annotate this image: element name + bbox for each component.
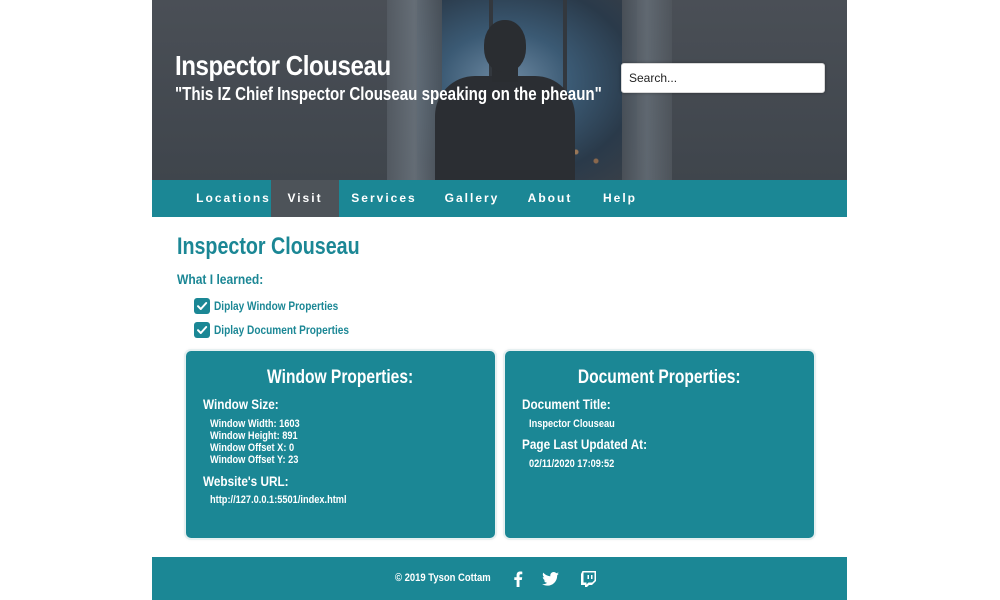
checklist-label: Diplay Document Properties bbox=[214, 323, 350, 337]
main-nav: Locations Visit Services Gallery About H… bbox=[152, 180, 847, 217]
last-updated-heading: Page Last Updated At: bbox=[522, 436, 648, 452]
window-offset-y-value: Window Offset Y: 23 bbox=[210, 454, 299, 466]
checklist-item-document[interactable]: Diplay Document Properties bbox=[194, 321, 375, 339]
window-height-value: Window Height: 891 bbox=[210, 430, 298, 442]
search-input[interactable] bbox=[621, 63, 825, 93]
footer: © 2019 Tyson Cottam bbox=[152, 557, 847, 600]
nav-item-services[interactable]: Services bbox=[339, 180, 429, 217]
hero-silhouette-head bbox=[484, 20, 526, 72]
twitter-icon[interactable] bbox=[541, 570, 559, 588]
website-url-value: http://127.0.0.1:5501/index.html bbox=[210, 494, 347, 506]
window-width-value: Window Width: 1603 bbox=[210, 418, 300, 430]
document-title-value: Inspector Clouseau bbox=[529, 418, 615, 430]
nav-item-gallery[interactable]: Gallery bbox=[429, 180, 515, 217]
window-properties-card: Window Properties: Window Size: Window W… bbox=[186, 351, 495, 538]
card-title: Window Properties: bbox=[267, 367, 414, 388]
document-title-heading: Document Title: bbox=[522, 396, 611, 412]
page-title: Inspector Clouseau bbox=[177, 233, 360, 260]
page-container: Inspector Clouseau "This IZ Chief Inspec… bbox=[152, 0, 847, 600]
last-updated-value: 02/11/2020 17:09:52 bbox=[529, 458, 615, 470]
card-title: Document Properties: bbox=[578, 367, 741, 388]
checkmark-icon bbox=[197, 326, 208, 334]
site-title: Inspector Clouseau bbox=[175, 50, 391, 81]
checkbox-checked[interactable] bbox=[194, 322, 210, 338]
checklist-label: Diplay Window Properties bbox=[214, 299, 339, 313]
window-offset-x-value: Window Offset X: 0 bbox=[210, 442, 295, 454]
twitch-icon[interactable] bbox=[579, 570, 597, 588]
nav-item-visit[interactable]: Visit bbox=[271, 180, 339, 217]
checkmark-icon bbox=[197, 302, 208, 310]
checkbox-checked[interactable] bbox=[194, 298, 210, 314]
window-size-heading: Window Size: bbox=[203, 396, 279, 412]
checklist-item-window[interactable]: Diplay Window Properties bbox=[194, 297, 362, 315]
website-url-heading: Website's URL: bbox=[203, 473, 289, 489]
copyright-text: © 2019 Tyson Cottam bbox=[395, 572, 491, 584]
header-banner: Inspector Clouseau "This IZ Chief Inspec… bbox=[152, 0, 847, 180]
nav-item-about[interactable]: About bbox=[515, 180, 585, 217]
nav-item-help[interactable]: Help bbox=[585, 180, 655, 217]
site-tagline: "This IZ Chief Inspector Clouseau speaki… bbox=[175, 84, 602, 104]
document-properties-card: Document Properties: Document Title: Ins… bbox=[505, 351, 814, 538]
facebook-icon[interactable] bbox=[509, 570, 527, 588]
learned-heading: What I learned: bbox=[177, 271, 264, 287]
